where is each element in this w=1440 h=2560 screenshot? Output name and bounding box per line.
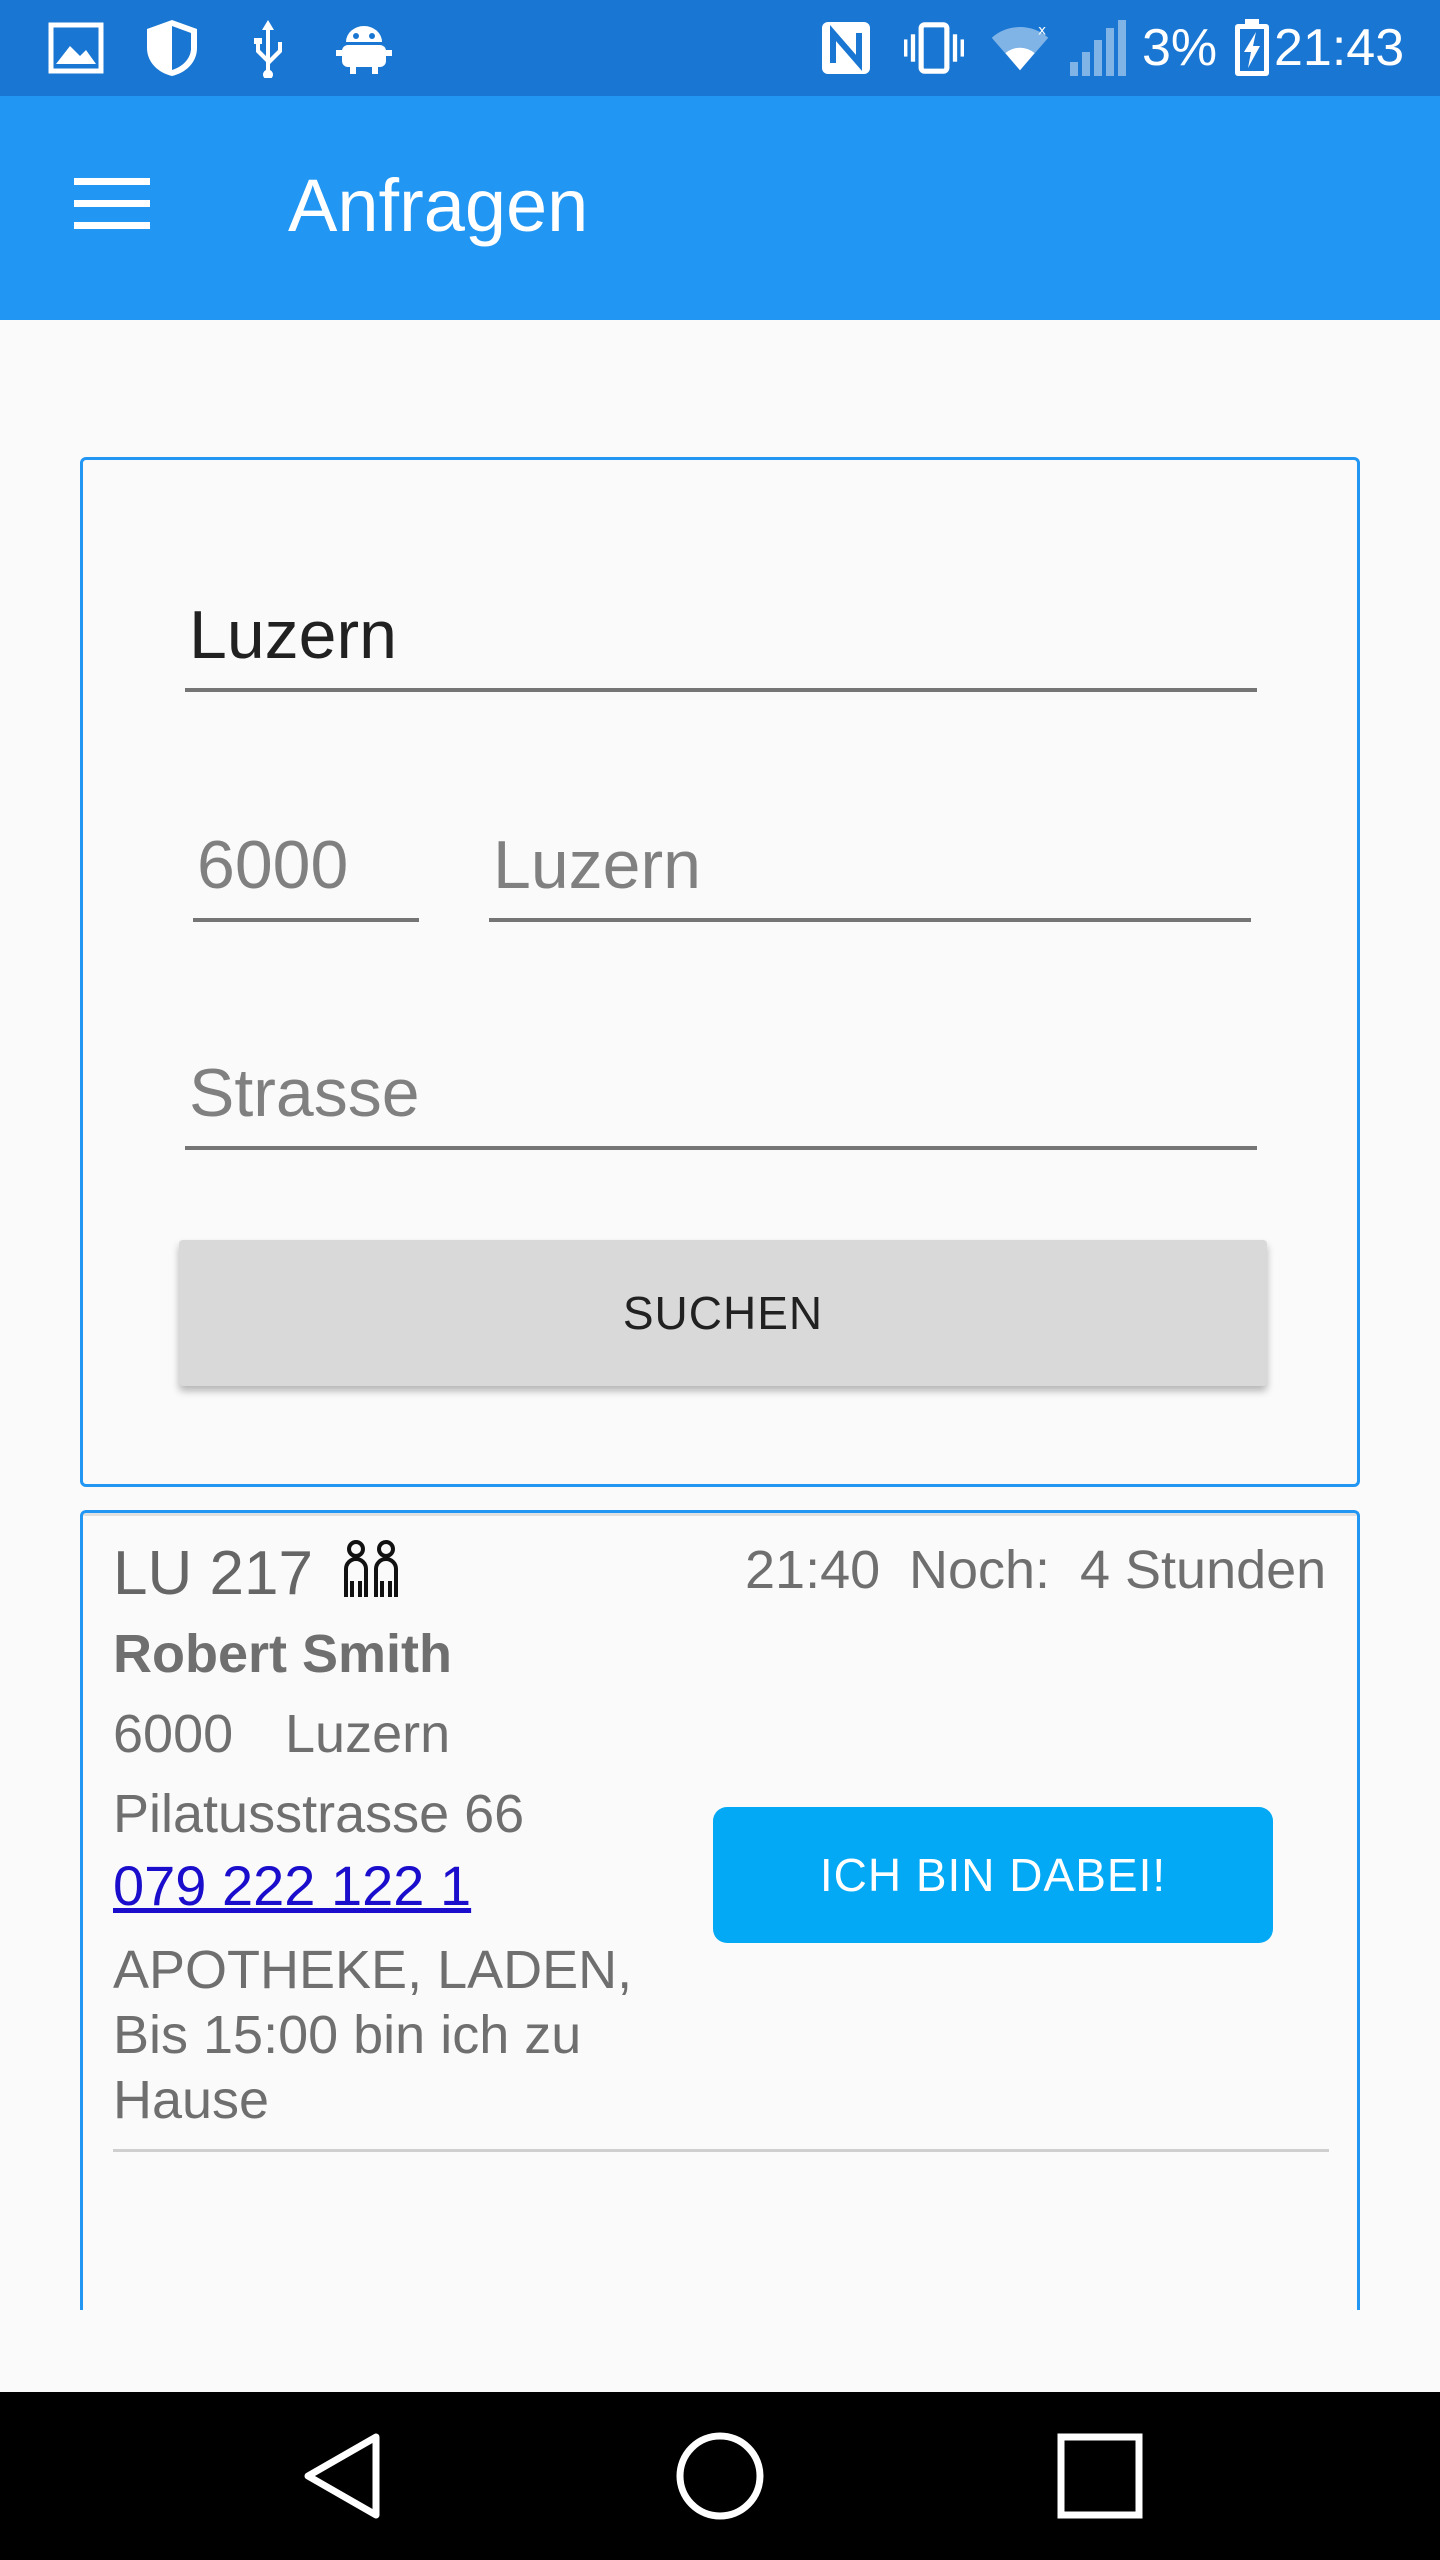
signal-icon [1068, 18, 1128, 78]
request-id: LU 217 [113, 1539, 313, 1608]
item-divider [113, 2149, 1329, 2152]
requester-zip: 6000 [113, 1704, 234, 1764]
android-debug-icon [334, 18, 394, 78]
status-time: 21:43 [1274, 19, 1405, 77]
battery-percent: 3% [1142, 19, 1218, 77]
people-icon [341, 1539, 401, 1609]
vibrate-icon [904, 18, 964, 78]
city-field[interactable] [185, 582, 1257, 692]
status-bar: x 3% 21:43 [0, 0, 1440, 96]
place-field[interactable] [489, 812, 1251, 922]
svg-text:x: x [1038, 22, 1046, 38]
join-button[interactable]: ICH BIN DABEI! [713, 1807, 1273, 1943]
result-card: LU 217 21:40 Noch: 4 Stunden Robert Smit… [80, 1510, 1360, 2310]
search-button[interactable]: SUCHEN [179, 1240, 1267, 1386]
card-top-divider [83, 1513, 1357, 1516]
remaining-label: Noch: [909, 1540, 1051, 1600]
street-field[interactable] [185, 1040, 1257, 1150]
search-card: SUCHEN [80, 457, 1360, 1487]
shield-icon [142, 18, 202, 78]
zip-field[interactable] [193, 812, 419, 922]
requester-city: Luzern [285, 1704, 451, 1764]
gallery-icon [46, 18, 106, 78]
nfc-icon [816, 18, 876, 78]
requester-name: Robert Smith [113, 1624, 453, 1684]
requester-street: Pilatusstrasse 66 [113, 1784, 525, 1844]
recents-icon[interactable] [1020, 2416, 1180, 2536]
phone-link[interactable]: 079 222 122 1 [113, 1853, 471, 1919]
home-icon[interactable] [640, 2416, 800, 2536]
app-bar: Anfragen [0, 96, 1440, 320]
screen: x 3% 21:43 Anfragen SUCHEN LU 217 21:40 … [0, 0, 1440, 2560]
page-title: Anfragen [288, 164, 589, 247]
remaining-value: 4 Stunden [1080, 1540, 1327, 1600]
navigation-bar [0, 2392, 1440, 2560]
request-time: 21:40 [745, 1540, 881, 1600]
wifi-icon: x [990, 18, 1050, 78]
back-icon[interactable] [262, 2416, 422, 2536]
request-notes: APOTHEKE, LADEN, Bis 15:00 bin ich zu Ha… [113, 1940, 633, 2130]
battery-charging-icon [1222, 18, 1282, 78]
hamburger-menu-icon[interactable] [52, 154, 172, 254]
usb-icon [238, 18, 298, 78]
